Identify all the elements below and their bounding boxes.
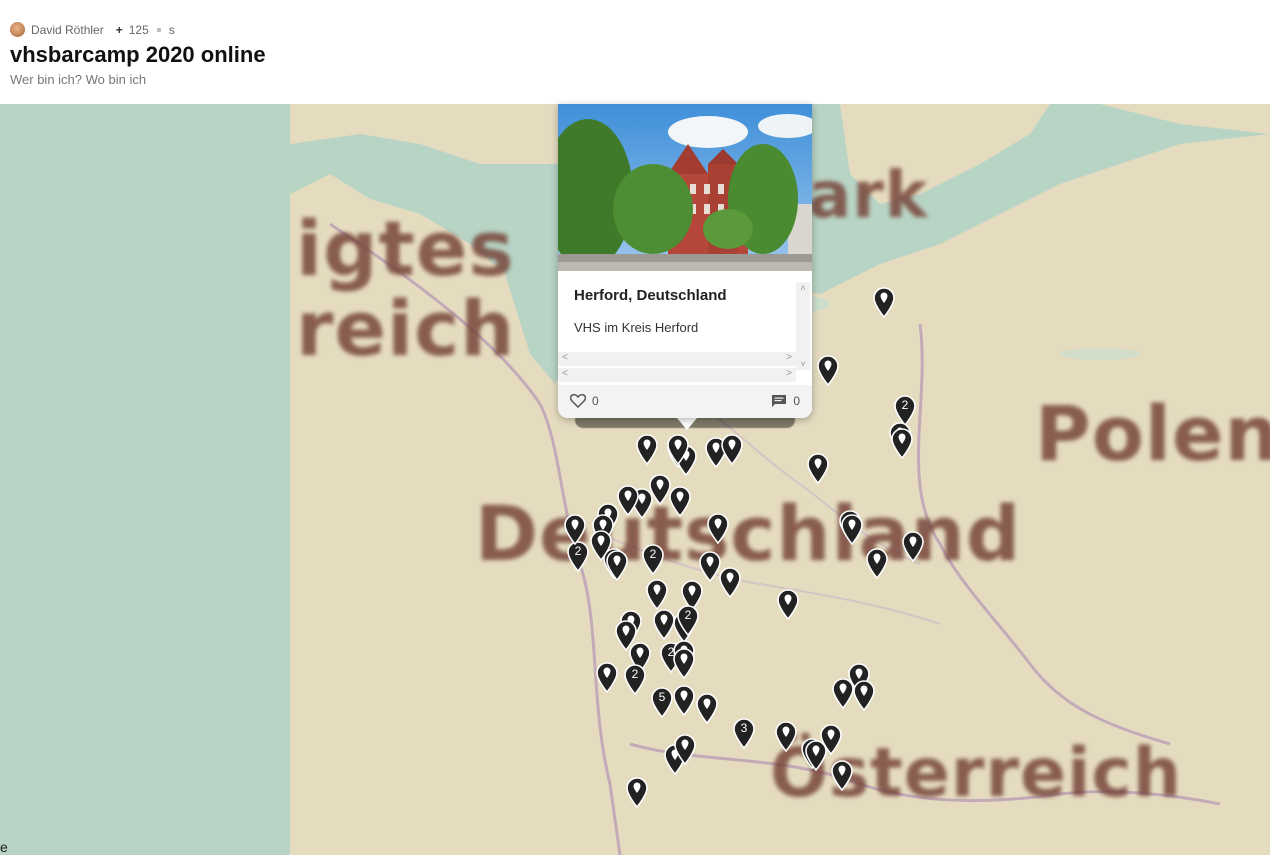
map-marker[interactable]: [890, 427, 914, 459]
scroll-up-icon[interactable]: ˄: [796, 283, 810, 293]
like-button[interactable]: 0: [570, 394, 599, 408]
map-marker[interactable]: [672, 684, 696, 716]
map-marker[interactable]: [901, 530, 925, 562]
map-marker[interactable]: 5: [650, 686, 674, 718]
popup-footer: 0 0: [558, 385, 812, 418]
map-marker[interactable]: [776, 588, 800, 620]
map-marker[interactable]: [563, 513, 587, 545]
map-marker[interactable]: [852, 679, 876, 711]
map-marker[interactable]: [804, 739, 828, 771]
scroll-right-icon[interactable]: >: [786, 368, 792, 379]
page-title: vhsbarcamp 2020 online: [10, 42, 266, 67]
popup-tail: [677, 418, 697, 430]
map-marker[interactable]: [645, 578, 669, 610]
map-marker[interactable]: [589, 529, 613, 561]
cluster-count: 2: [574, 544, 582, 558]
like-count: 125: [128, 22, 149, 37]
popup-title: Herford, Deutschland: [574, 287, 727, 304]
map-marker[interactable]: [840, 513, 864, 545]
scroll-left-icon[interactable]: <: [562, 368, 568, 379]
location-popup: Herford, Deutschland VHS im Kreis Herfor…: [558, 104, 812, 418]
map-marker[interactable]: [695, 692, 719, 724]
avatar[interactable]: [10, 22, 25, 37]
map-marker[interactable]: 3: [732, 717, 756, 749]
map-label-3: Polen: [1035, 389, 1270, 478]
map-marker[interactable]: [595, 661, 619, 693]
separator-dot: [156, 27, 161, 32]
map-marker[interactable]: [830, 759, 854, 791]
comment-icon: [772, 395, 787, 407]
cluster-count: 2: [631, 667, 639, 681]
scroll-left-icon[interactable]: <: [562, 352, 568, 363]
location-photo[interactable]: [558, 104, 812, 271]
cluster-count: 2: [649, 547, 657, 561]
map-marker[interactable]: [635, 433, 659, 465]
map-marker[interactable]: [816, 354, 840, 386]
popup-comment-count: 0: [793, 394, 800, 408]
map-marker[interactable]: [806, 452, 830, 484]
map-label-4: Deutschland: [475, 489, 1022, 578]
map-marker[interactable]: [718, 566, 742, 598]
map-marker[interactable]: [831, 677, 855, 709]
meta-extra: s: [168, 22, 175, 37]
map-marker[interactable]: [774, 720, 798, 752]
map-marker[interactable]: [872, 286, 896, 318]
cluster-count: 2: [684, 608, 692, 622]
map-marker[interactable]: 2: [623, 663, 647, 695]
author-name[interactable]: David Röthler: [31, 23, 104, 37]
map-marker[interactable]: [673, 733, 697, 765]
plus-icon: +: [115, 22, 123, 37]
map-label-1: reich: [296, 284, 516, 373]
map-marker[interactable]: [666, 433, 690, 465]
map-label-0: igtes: [296, 204, 515, 293]
heart-icon: [570, 394, 586, 408]
vertical-scrollbar[interactable]: ˄ ˅: [796, 282, 810, 370]
page-subtitle: Wer bin ich? Wo bin ich: [10, 72, 147, 87]
map-attribution[interactable]: e: [0, 839, 8, 855]
header: David Röthler + 125 s vhsbarcamp 2020 on…: [0, 0, 1270, 104]
popup-like-count: 0: [592, 394, 599, 408]
map-marker[interactable]: [865, 547, 889, 579]
map-marker[interactable]: [668, 485, 692, 517]
map-marker[interactable]: [706, 512, 730, 544]
horizontal-scrollbar-1[interactable]: < >: [558, 352, 796, 366]
cluster-count: 5: [658, 690, 666, 704]
post-meta: David Röthler + 125 s: [10, 22, 175, 37]
comment-button[interactable]: 0: [771, 394, 800, 408]
map-marker[interactable]: [720, 433, 744, 465]
map-label-2: ark: [808, 159, 929, 233]
horizontal-scrollbar-2[interactable]: < >: [558, 368, 796, 382]
map-marker[interactable]: [672, 647, 696, 679]
cluster-count: 3: [740, 721, 748, 735]
scroll-right-icon[interactable]: >: [786, 352, 792, 363]
scroll-down-icon[interactable]: ˅: [796, 359, 810, 369]
cluster-count: 2: [901, 398, 909, 412]
map-marker[interactable]: [625, 776, 649, 808]
map-marker[interactable]: 2: [676, 604, 700, 636]
map-marker[interactable]: 2: [641, 543, 665, 575]
popup-description: VHS im Kreis Herford: [574, 320, 699, 335]
